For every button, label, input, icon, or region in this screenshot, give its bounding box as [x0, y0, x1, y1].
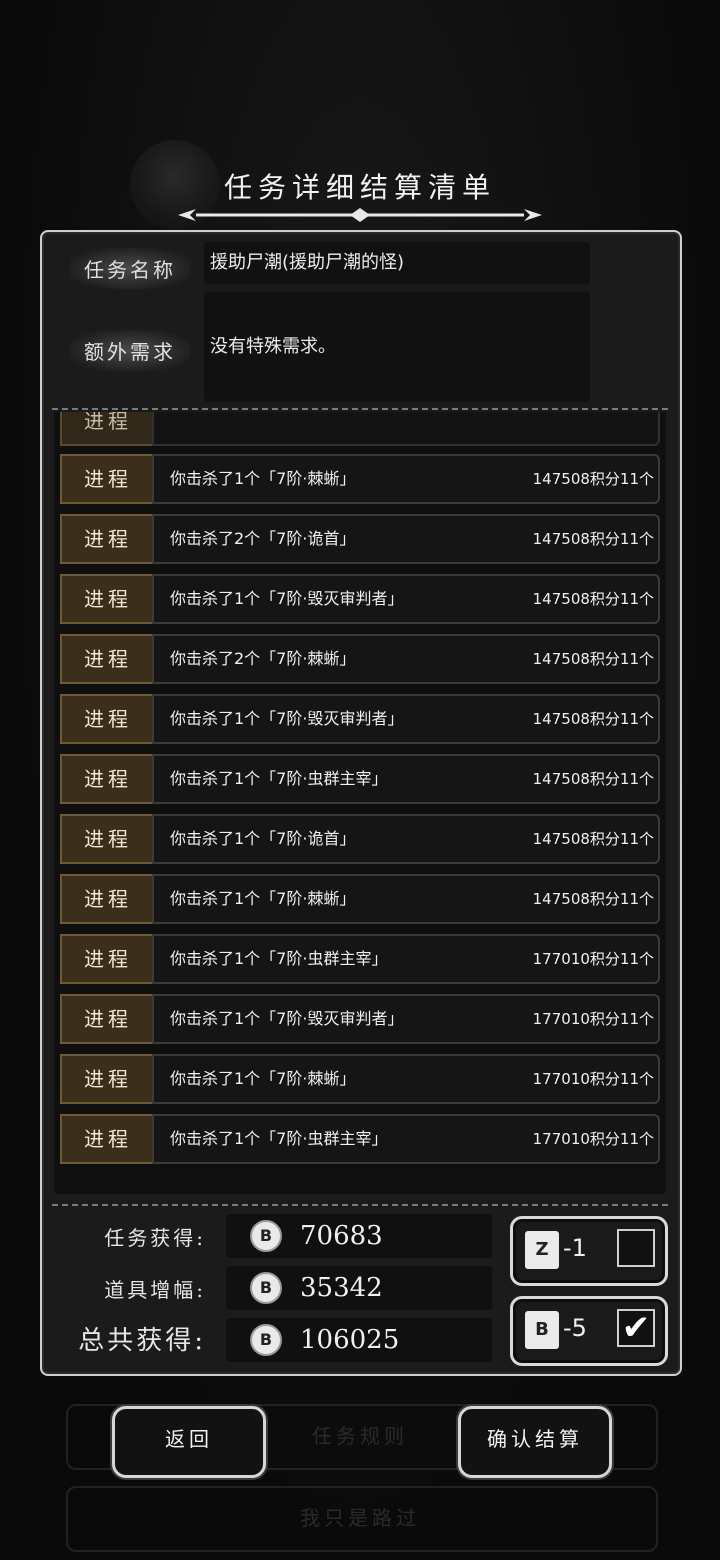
- progress-points: 177010积分11个: [532, 1070, 654, 1088]
- divider-bottom: [52, 1204, 668, 1206]
- pass-button-label: 我只是路过: [300, 1506, 420, 1530]
- coin-card-item-amount: -5: [563, 1314, 587, 1342]
- task-reward-box: B 70683: [226, 1214, 492, 1258]
- list-item: 进程 你击杀了1个「7阶·棘蜥」 147508积分11个: [60, 874, 660, 924]
- progress-points: 147508积分11个: [532, 770, 654, 788]
- progress-points: 177010积分11个: [532, 950, 654, 968]
- progress-tag: 进程: [60, 874, 174, 924]
- total-reward-box: B 106025: [226, 1318, 492, 1362]
- progress-desc: 你击杀了1个「7阶·毁灭审判者」: [170, 1009, 404, 1028]
- progress-points: 147508积分11个: [532, 650, 654, 668]
- boost-reward-box: B 35342: [226, 1266, 492, 1310]
- extra-requirement-label: 额外需求: [70, 330, 190, 371]
- list-item: 进程 你击杀了1个「7阶·毁灭审判者」 147508积分11个: [60, 694, 660, 744]
- total-reward-label: 总共获得:: [78, 1326, 206, 1356]
- rules-button-label: 任务规则: [312, 1424, 408, 1448]
- extra-requirement-value: 没有特殊需求。: [204, 292, 590, 402]
- progress-tag: 进程: [60, 454, 174, 504]
- confirm-settlement-button[interactable]: 确认结算: [458, 1406, 612, 1478]
- coin-glyph: B: [259, 1226, 273, 1245]
- progress-desc: 你击杀了1个「7阶·棘蜥」: [170, 469, 356, 488]
- coin-glyph: B: [259, 1330, 273, 1349]
- progress-row-body: 你击杀了1个「7阶·棘蜥」 177010积分11个: [152, 1054, 660, 1104]
- progress-points: 177010积分11个: [532, 1010, 654, 1028]
- coin-icon: B: [250, 1272, 282, 1304]
- progress-desc: 你击杀了1个「7阶·棘蜥」: [170, 1069, 356, 1088]
- task-reward-value: 70683: [300, 1221, 383, 1251]
- progress-desc: 你击杀了2个「7阶·诡首」: [170, 529, 356, 548]
- coin-card-item-icon: B: [525, 1311, 559, 1349]
- coin-card-item-checkbox[interactable]: ✔: [617, 1309, 655, 1347]
- progress-desc: 你击杀了1个「7阶·虫群主宰」: [170, 769, 388, 788]
- progress-points: 147508积分11个: [532, 830, 654, 848]
- progress-points: 147508积分11个: [532, 470, 654, 488]
- progress-row-body: 你击杀了2个「7阶·诡首」 147508积分11个: [152, 514, 660, 564]
- progress-row-body: 你击杀了1个「7阶·毁灭审判者」 177010积分11个: [152, 994, 660, 1044]
- progress-desc: 你击杀了1个「7阶·虫群主宰」: [170, 949, 388, 968]
- item-option-scroll[interactable]: Z -1: [510, 1216, 668, 1286]
- coin-icon: B: [250, 1220, 282, 1252]
- progress-list[interactable]: 进程 进程 你击杀了1个「7阶·棘蜥」 147508积分11个 进程 你击杀了2…: [54, 412, 666, 1194]
- back-button[interactable]: 返回: [112, 1406, 266, 1478]
- progress-row-body: 你击杀了1个「7阶·虫群主宰」 177010积分11个: [152, 1114, 660, 1164]
- progress-row-body: 你击杀了1个「7阶·毁灭审判者」 147508积分11个: [152, 574, 660, 624]
- progress-tag: 进程: [60, 994, 174, 1044]
- dialog-title: 任务详细结算清单: [223, 171, 496, 204]
- progress-desc: 你击杀了2个「7阶·棘蜥」: [170, 649, 356, 668]
- progress-tag: 进程: [60, 412, 174, 446]
- progress-row-body: 你击杀了1个「7阶·虫群主宰」 177010积分11个: [152, 934, 660, 984]
- progress-row-body: 你击杀了1个「7阶·虫群主宰」 147508积分11个: [152, 754, 660, 804]
- progress-row-body: 你击杀了1个「7阶·棘蜥」 147508积分11个: [152, 874, 660, 924]
- list-item: 进程 你击杀了1个「7阶·棘蜥」 177010积分11个: [60, 1054, 660, 1104]
- progress-desc: 你击杀了1个「7阶·毁灭审判者」: [170, 709, 404, 728]
- scroll-item-icon: Z: [525, 1231, 559, 1269]
- task-name-label: 任务名称: [70, 248, 190, 289]
- boost-reward-label: 道具增幅:: [104, 1278, 206, 1302]
- list-item: 进程: [60, 412, 660, 446]
- coin-icon: B: [250, 1324, 282, 1356]
- progress-row-body: 你击杀了2个「7阶·棘蜥」 147508积分11个: [152, 634, 660, 684]
- scroll-item-checkbox[interactable]: [617, 1229, 655, 1267]
- list-item: 进程 你击杀了1个「7阶·虫群主宰」 177010积分11个: [60, 934, 660, 984]
- progress-row-body: 你击杀了1个「7阶·诡首」 147508积分11个: [152, 814, 660, 864]
- progress-tag: 进程: [60, 694, 174, 744]
- progress-points: 147508积分11个: [532, 890, 654, 908]
- list-item: 进程 你击杀了1个「7阶·虫群主宰」 177010积分11个: [60, 1114, 660, 1164]
- progress-tag: 进程: [60, 574, 174, 624]
- progress-tag: 进程: [60, 514, 174, 564]
- progress-tag: 进程: [60, 754, 174, 804]
- list-item: 进程 你击杀了1个「7阶·虫群主宰」 147508积分11个: [60, 754, 660, 804]
- progress-row-body: [152, 412, 660, 446]
- list-item: 进程 你击杀了2个「7阶·诡首」 147508积分11个: [60, 514, 660, 564]
- progress-points: 147508积分11个: [532, 710, 654, 728]
- total-reward-value: 106025: [300, 1325, 400, 1355]
- list-item: 进程 你击杀了1个「7阶·毁灭审判者」 147508积分11个: [60, 574, 660, 624]
- scroll-item-amount: -1: [563, 1234, 587, 1262]
- item-option-coin-card[interactable]: B -5 ✔: [510, 1296, 668, 1366]
- progress-desc: 你击杀了1个「7阶·诡首」: [170, 829, 356, 848]
- progress-tag: 进程: [60, 1054, 174, 1104]
- list-item: 进程 你击杀了2个「7阶·棘蜥」 147508积分11个: [60, 634, 660, 684]
- progress-row-body: 你击杀了1个「7阶·毁灭审判者」 147508积分11个: [152, 694, 660, 744]
- progress-tag: 进程: [60, 634, 174, 684]
- progress-points: 147508积分11个: [532, 590, 654, 608]
- boost-reward-value: 35342: [300, 1273, 383, 1303]
- task-reward-label: 任务获得:: [104, 1226, 206, 1250]
- list-item: 进程 你击杀了1个「7阶·毁灭审判者」 177010积分11个: [60, 994, 660, 1044]
- list-item: 进程 你击杀了1个「7阶·诡首」 147508积分11个: [60, 814, 660, 864]
- progress-tag: 进程: [60, 1114, 174, 1164]
- list-item: 进程 你击杀了1个「7阶·棘蜥」 147508积分11个: [60, 454, 660, 504]
- divider-top: [52, 408, 668, 410]
- progress-points: 177010积分11个: [532, 1130, 654, 1148]
- title-ornament-icon: [178, 208, 542, 222]
- task-name-value: 援助尸潮(援助尸潮的怪): [204, 242, 590, 284]
- progress-points: 147508积分11个: [532, 530, 654, 548]
- progress-tag: 进程: [60, 934, 174, 984]
- progress-desc: 你击杀了1个「7阶·棘蜥」: [170, 889, 356, 908]
- progress-desc: 你击杀了1个「7阶·虫群主宰」: [170, 1129, 388, 1148]
- progress-tag: 进程: [60, 814, 174, 864]
- coin-glyph: B: [259, 1278, 273, 1297]
- progress-desc: 你击杀了1个「7阶·毁灭审判者」: [170, 589, 404, 608]
- progress-row-body: 你击杀了1个「7阶·棘蜥」 147508积分11个: [152, 454, 660, 504]
